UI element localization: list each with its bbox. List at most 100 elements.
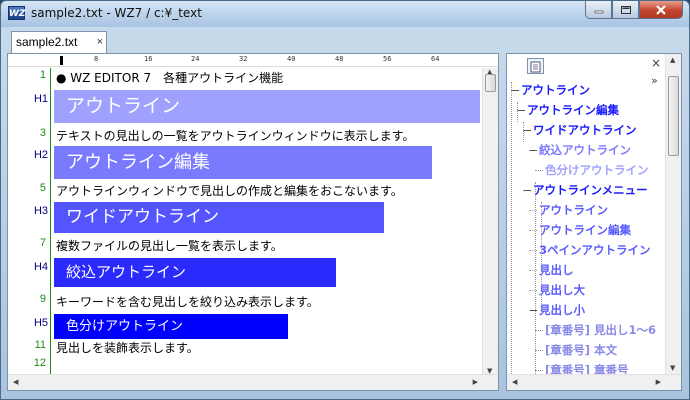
maximize-button[interactable]	[612, 1, 639, 19]
text-line[interactable]: 複数ファイルの見出し一覧を表示します。	[56, 237, 283, 254]
tab-bar: sample2.txt ×	[7, 29, 683, 53]
outline-node[interactable]: 3ペインアウトライン	[539, 242, 651, 258]
outline-node[interactable]: アウトライン編集	[539, 222, 631, 238]
gutter-divider	[50, 68, 51, 376]
outline-node[interactable]: アウトラインメニュー	[533, 182, 648, 198]
outline-horizontal-scrollbar[interactable]: ◀ ▶	[507, 374, 681, 390]
heading-text: 色分けアウトライン	[66, 319, 184, 334]
outline-node-label: 見出し小	[539, 303, 585, 317]
line-number: H4	[33, 261, 48, 273]
ruler-mark: 64	[431, 55, 440, 63]
line-number: 3	[39, 127, 46, 139]
line-number: 5	[39, 182, 46, 194]
tree-connector	[535, 370, 543, 371]
outline-node[interactable]: 見出し	[539, 262, 574, 278]
heading-line[interactable]: ワイドアウトライン	[54, 202, 384, 233]
outline-node-label: 3ペインアウトライン	[539, 243, 651, 257]
scroll-left-icon[interactable]: ◀	[13, 378, 18, 386]
text-area[interactable]: ● WZ EDITOR 7 各種アウトライン機能アウトラインテキストの見出しの一…	[54, 68, 482, 376]
outline-scroll-down-icon[interactable]: ▼	[670, 364, 675, 372]
editor-pane[interactable]: 8 16 24 32 40 48 56 64 1 H1 3 H2 5 H3 7 H4 9 H5 11…	[7, 53, 499, 391]
ruler-mark: 48	[335, 55, 344, 63]
heading-line[interactable]: 絞込アウトライン	[54, 258, 336, 287]
outline-pane[interactable]: × » アウトライン アウトライン編集 ワイドアウトライン 絞込アウトライン 色分けアウ…	[506, 53, 682, 391]
tree-guide-line	[535, 182, 536, 374]
ruler-mark: 16	[144, 55, 153, 63]
outline-node[interactable]: ワイドアウトライン	[533, 122, 637, 138]
outline-node[interactable]: [章番号] 章番号	[545, 362, 629, 374]
collapse-toggle-icon[interactable]	[524, 130, 531, 131]
outline-scroll-up-icon[interactable]: ▲	[670, 56, 675, 64]
line-number: 11	[34, 339, 46, 351]
outline-node[interactable]: 見出し小	[539, 302, 585, 318]
title-bar[interactable]: WZ sample2.txt - WZ7 / c:¥_text	[1, 1, 689, 27]
heading-line[interactable]: 色分けアウトライン	[54, 314, 288, 339]
outline-node[interactable]: アウトライン編集	[527, 102, 619, 118]
outline-node[interactable]: 色分けアウトライン	[545, 162, 649, 178]
ruler-mark: 56	[383, 55, 392, 63]
outline-node-label: アウトライン	[539, 203, 608, 217]
tab-close-icon[interactable]: ×	[97, 32, 103, 52]
outline-node[interactable]: アウトライン	[539, 202, 608, 218]
collapse-toggle-icon[interactable]	[524, 190, 531, 191]
outline-document-icon[interactable]	[527, 58, 544, 74]
outline-node-label: アウトライン編集	[539, 223, 631, 237]
outline-node-label: 見出し	[539, 263, 574, 277]
outline-node-label: アウトライン編集	[527, 103, 619, 117]
app-icon[interactable]: WZ	[8, 6, 25, 20]
ruler: 8 16 24 32 40 48 56 64	[8, 54, 498, 67]
heading-line[interactable]: アウトライン	[54, 90, 480, 123]
heading-text: 絞込アウトライン	[66, 263, 187, 281]
horizontal-scrollbar[interactable]: ◀ ▶	[8, 374, 498, 390]
outline-node[interactable]: 絞込アウトライン	[539, 142, 631, 158]
outline-node-label: アウトライン	[521, 83, 590, 97]
outline-scroll-right-icon[interactable]: ▶	[656, 378, 661, 386]
heading-text: ワイドアウトライン	[66, 207, 219, 227]
text-line[interactable]: キーワードを含む見出しを絞り込み表示します。	[56, 293, 319, 310]
scroll-right-icon[interactable]: ▶	[473, 378, 478, 386]
text-line[interactable]: アウトラインウィンドウで見出しの作成と編集をおこないます。	[56, 182, 403, 199]
tree-connector	[535, 350, 543, 351]
line-number: 7	[39, 237, 46, 249]
line-number: H1	[33, 93, 48, 105]
outline-scroll-left-icon[interactable]: ◀	[512, 378, 517, 386]
outline-node[interactable]: [章番号] 本文	[545, 342, 617, 358]
scroll-thumb[interactable]	[485, 74, 496, 92]
maximize-icon	[620, 5, 631, 14]
tree-connector	[535, 330, 543, 331]
outline-tree[interactable]: アウトライン アウトライン編集 ワイドアウトライン 絞込アウトライン 色分けアウトライン…	[507, 76, 665, 374]
collapse-toggle-icon[interactable]	[530, 150, 537, 151]
outline-scroll-thumb[interactable]	[668, 76, 679, 156]
collapse-toggle-icon[interactable]	[512, 90, 519, 91]
text-line[interactable]: 見出しを装飾表示します。	[56, 339, 199, 356]
close-icon	[656, 4, 666, 15]
tree-guide-line	[517, 102, 518, 122]
app-window: WZ sample2.txt - WZ7 / c:¥_text sample2.…	[0, 0, 690, 400]
outline-node-label: [章番号] 章番号	[545, 363, 629, 374]
outline-node-label: 色分けアウトライン	[545, 163, 649, 177]
window-title: sample2.txt - WZ7 / c:¥_text	[31, 6, 202, 20]
outline-node[interactable]: [章番号] 見出し1～6	[545, 322, 656, 338]
line-number: 9	[39, 293, 46, 305]
vertical-scrollbar[interactable]: ▲ ▼	[482, 68, 498, 376]
outline-node[interactable]: アウトライン	[521, 82, 590, 98]
ruler-mark: 40	[287, 55, 296, 63]
text-line[interactable]: テキストの見出しの一覧をアウトラインウィンドウに表示します。	[56, 127, 414, 144]
tab-label: sample2.txt	[16, 35, 78, 49]
minimize-button[interactable]	[585, 1, 612, 19]
heading-line[interactable]: アウトライン編集	[54, 146, 432, 179]
heading-text: アウトライン	[66, 95, 181, 117]
collapse-toggle-icon[interactable]	[518, 110, 525, 111]
heading-text: アウトライン編集	[66, 152, 210, 173]
outline-vertical-scrollbar[interactable]: ▲ ▼	[665, 54, 681, 374]
line-number: H5	[33, 317, 48, 329]
text-line[interactable]: ● WZ EDITOR 7 各種アウトライン機能	[56, 69, 283, 86]
line-number: H3	[33, 205, 48, 217]
close-button[interactable]	[639, 1, 683, 19]
line-number-gutter: 1 H1 3 H2 5 H3 7 H4 9 H5 11 12	[8, 68, 52, 376]
tab-sample2[interactable]: sample2.txt ×	[11, 31, 107, 53]
outline-close-icon[interactable]: ×	[651, 56, 661, 70]
outline-node[interactable]: 見出し大	[539, 282, 585, 298]
ruler-mark: 32	[239, 55, 248, 63]
tree-guide-line	[541, 202, 542, 312]
